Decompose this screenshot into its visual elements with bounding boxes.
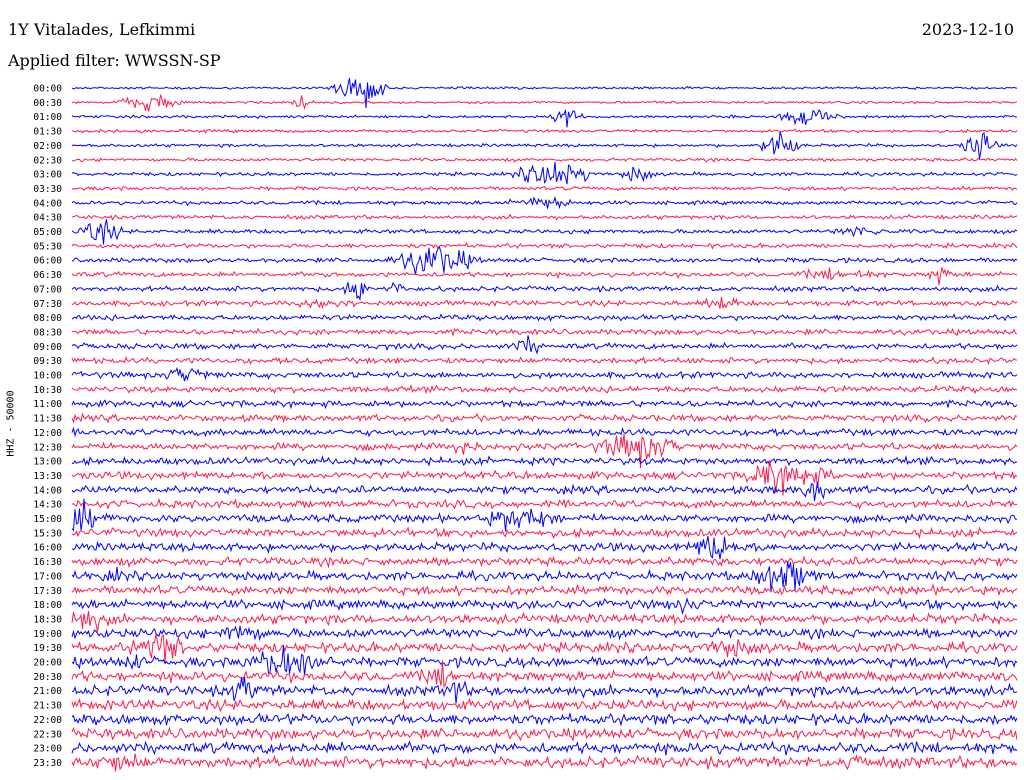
trace-row-1730: [71, 582, 1018, 597]
trace-row-0700: [71, 281, 1018, 302]
time-tick-labels: 00:00 00:30 01:00 01:30 02:00 02:30 03:00 03:30…: [33, 84, 62, 769]
trace-row-0430: [71, 213, 1018, 221]
time-tick-2300: 23:00: [33, 744, 62, 755]
trace-row-2330: [71, 753, 1018, 772]
time-tick-1800: 18:00: [33, 600, 62, 611]
trace-row-2130: [71, 697, 1018, 713]
trace-row-1100: [71, 398, 1018, 410]
trace-row-0130: [71, 128, 1018, 134]
trace-row-1400: [71, 481, 1018, 502]
trace-row-1200: [71, 426, 1018, 438]
trace-row-0100: [71, 109, 1018, 128]
time-tick-0000: 00:00: [33, 84, 62, 95]
trace-row-1530: [71, 526, 1018, 540]
trace-row-0000: [71, 77, 1018, 109]
time-tick-1300: 13:00: [33, 457, 62, 468]
time-tick-1230: 12:30: [33, 442, 62, 453]
trace-row-1300: [71, 454, 1018, 467]
time-tick-1730: 17:30: [33, 586, 62, 597]
trace-row-0330: [71, 185, 1018, 192]
time-tick-2130: 21:30: [33, 701, 62, 712]
time-tick-0230: 02:30: [33, 155, 62, 166]
time-tick-2000: 20:00: [33, 658, 62, 669]
trace-row-0400: [71, 195, 1018, 210]
trace-row-0500: [71, 219, 1018, 245]
trace-row-0800: [71, 313, 1018, 323]
time-tick-0100: 01:00: [33, 112, 62, 123]
time-tick-1830: 18:30: [33, 614, 62, 625]
time-tick-0800: 08:00: [33, 313, 62, 324]
trace-row-0030: [71, 94, 1018, 112]
time-tick-0900: 09:00: [33, 342, 62, 353]
time-tick-2200: 22:00: [33, 715, 62, 726]
time-tick-0200: 02:00: [33, 141, 62, 152]
trace-row-2100: [71, 676, 1018, 704]
time-tick-1900: 19:00: [33, 629, 62, 640]
trace-row-2200: [71, 711, 1018, 727]
time-tick-0400: 04:00: [33, 198, 62, 209]
trace-row-1600: [71, 535, 1018, 560]
trace-row-1800: [71, 596, 1018, 616]
time-tick-0830: 08:30: [33, 327, 62, 338]
trace-row-2300: [71, 740, 1018, 756]
trace-row-2230: [71, 726, 1018, 743]
time-tick-1030: 10:30: [33, 385, 62, 396]
time-tick-0600: 06:00: [33, 256, 62, 267]
trace-row-1830: [71, 610, 1018, 632]
time-tick-0700: 07:00: [33, 284, 62, 295]
time-tick-0300: 03:00: [33, 170, 62, 181]
seismogram-plot: 00:00 00:30 01:00 01:30 02:00 02:30 03:00 03:30…: [33, 77, 1018, 772]
trace-row-1930: [71, 633, 1018, 664]
time-tick-1330: 13:30: [33, 471, 62, 482]
time-tick-1600: 16:00: [33, 543, 62, 554]
time-tick-1100: 11:00: [33, 399, 62, 410]
trace-row-0200: [71, 131, 1018, 159]
time-tick-1930: 19:30: [33, 643, 62, 654]
trace-row-0230: [71, 157, 1018, 163]
trace-row-0900: [71, 335, 1018, 355]
time-tick-1400: 14:00: [33, 485, 62, 496]
time-tick-0930: 09:30: [33, 356, 62, 367]
time-tick-2030: 20:30: [33, 672, 62, 683]
time-tick-1130: 11:30: [33, 414, 62, 425]
time-tick-0500: 05:00: [33, 227, 62, 238]
time-tick-0630: 06:30: [33, 270, 62, 281]
time-tick-1630: 16:30: [33, 557, 62, 568]
trace-row-0530: [71, 242, 1018, 250]
trace-row-1630: [71, 555, 1018, 569]
trace-row-1130: [71, 412, 1018, 424]
trace-row-0600: [71, 246, 1018, 275]
time-tick-0530: 05:30: [33, 241, 62, 252]
time-tick-0330: 03:30: [33, 184, 62, 195]
time-tick-0430: 04:30: [33, 213, 62, 224]
trace-row-0300: [71, 161, 1018, 185]
time-tick-1430: 14:30: [33, 500, 62, 511]
time-tick-1500: 15:00: [33, 514, 62, 525]
trace-row-1430: [71, 497, 1018, 510]
trace-row-0630: [71, 267, 1018, 286]
time-tick-0030: 00:30: [33, 98, 62, 109]
time-tick-2230: 22:30: [33, 729, 62, 740]
time-tick-1200: 12:00: [33, 428, 62, 439]
time-tick-0130: 01:30: [33, 127, 62, 138]
time-tick-1530: 15:30: [33, 528, 62, 539]
trace-row-1900: [71, 625, 1018, 642]
time-tick-0730: 07:30: [33, 299, 62, 310]
time-tick-1700: 17:00: [33, 571, 62, 582]
time-tick-1000: 10:00: [33, 371, 62, 382]
trace-row-0830: [71, 327, 1018, 338]
trace-row-1000: [71, 366, 1018, 382]
seismic-traces: [71, 77, 1018, 772]
trace-row-0930: [71, 355, 1018, 366]
trace-row-0730: [71, 296, 1018, 309]
trace-row-1030: [71, 383, 1018, 395]
time-tick-2100: 21:00: [33, 686, 62, 697]
time-tick-2330: 23:30: [33, 758, 62, 769]
